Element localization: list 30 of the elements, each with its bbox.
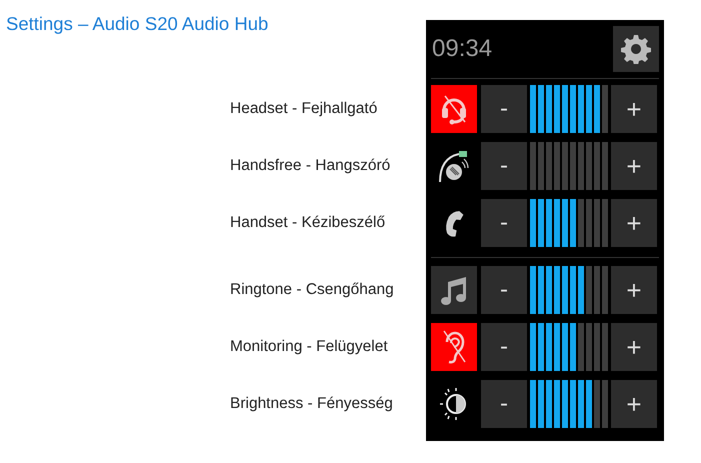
setting-label: Handsfree - Hangszóró [230, 157, 390, 175]
increase-button[interactable]: + [611, 380, 657, 428]
setting-label: Headset - Fejhallgató [230, 100, 378, 118]
decrease-button[interactable]: - [481, 323, 527, 371]
speaker-icon [437, 148, 471, 184]
increase-button[interactable]: + [611, 142, 657, 190]
icon-tile[interactable] [431, 323, 477, 371]
setting-label: Handset - Kézibeszélő [230, 214, 386, 232]
increase-button[interactable]: + [611, 323, 657, 371]
setting-label: Ringtone - Csengőhang [230, 281, 394, 299]
increase-button[interactable]: + [611, 199, 657, 247]
decrease-button[interactable]: - [481, 85, 527, 133]
decrease-button[interactable]: - [481, 380, 527, 428]
settings-button[interactable] [613, 26, 659, 72]
page-title: Settings – Audio S20 Audio Hub [6, 12, 270, 36]
settings-icon [621, 34, 651, 64]
decrease-button[interactable]: - [481, 199, 527, 247]
icon-tile[interactable] [431, 85, 477, 133]
clock-time: 09:34 [431, 35, 492, 63]
icon-tile[interactable] [431, 266, 477, 314]
ear-icon [441, 329, 467, 365]
phone-icon [443, 208, 465, 238]
decrease-button[interactable]: - [481, 142, 527, 190]
headset-icon [439, 93, 469, 125]
decrease-button[interactable]: - [481, 266, 527, 314]
increase-button[interactable]: + [611, 85, 657, 133]
setting-label: Monitoring - Felügyelet [230, 338, 388, 356]
music-note-icon [440, 275, 468, 305]
increase-button[interactable]: + [611, 266, 657, 314]
setting-label: Brightness - Fényesség [230, 395, 393, 413]
